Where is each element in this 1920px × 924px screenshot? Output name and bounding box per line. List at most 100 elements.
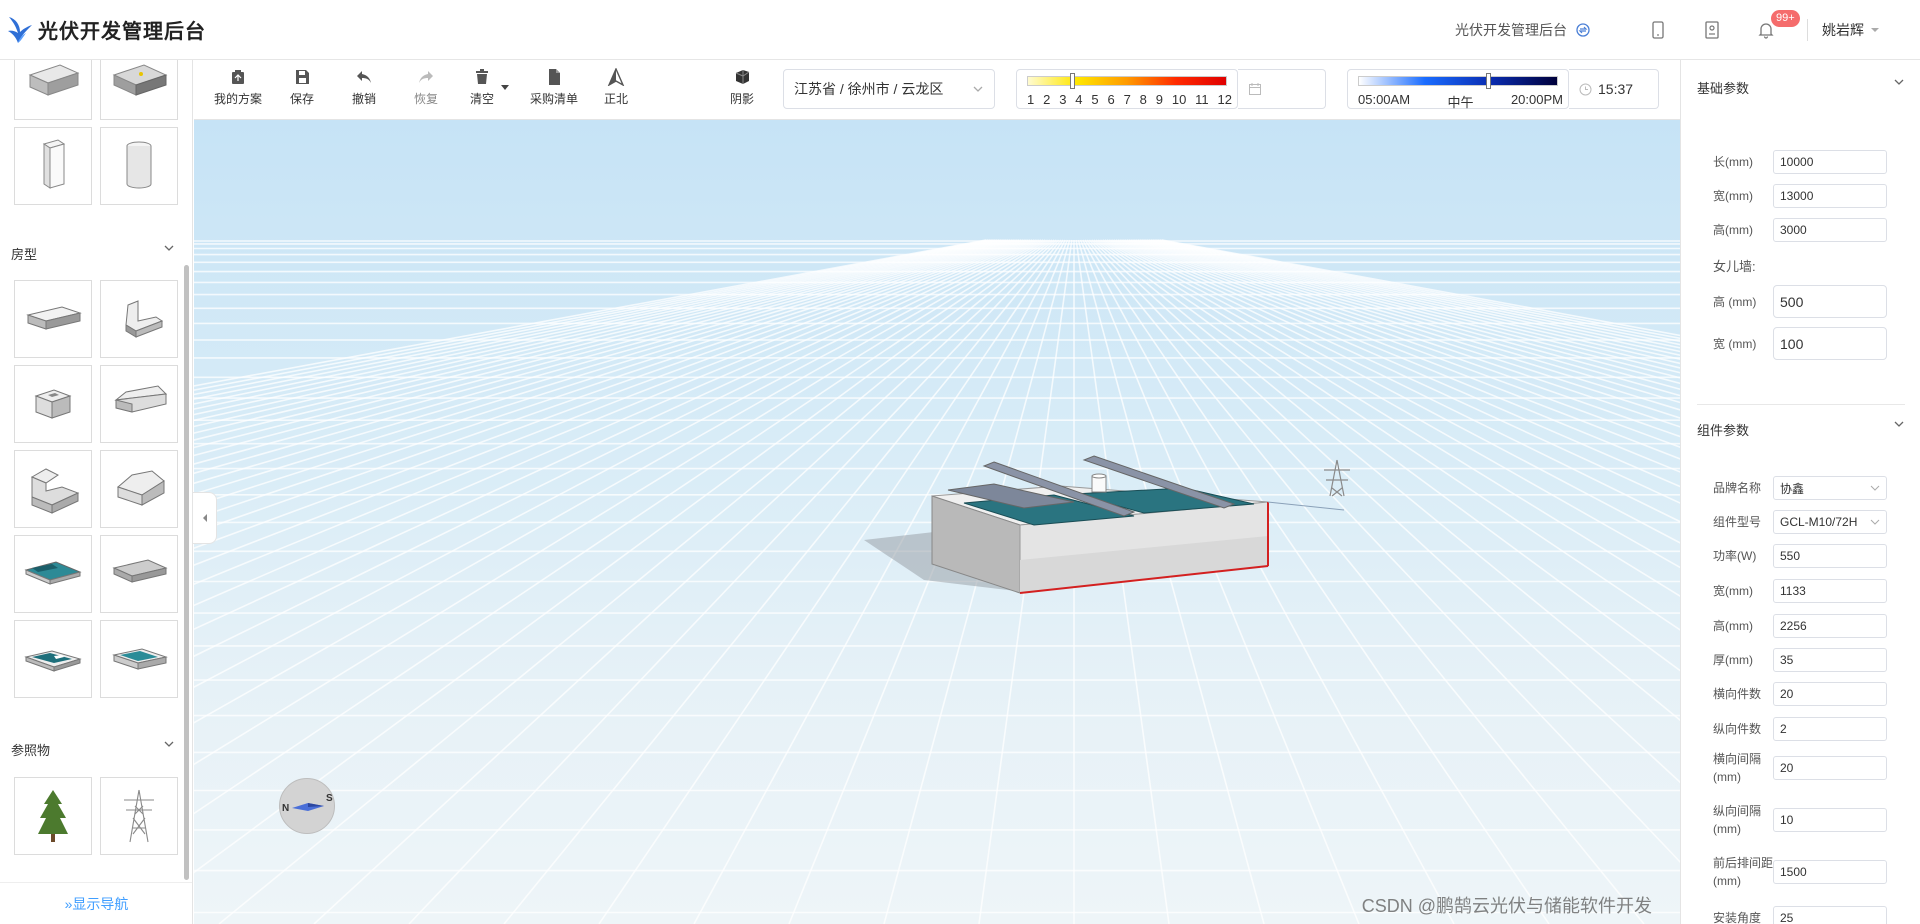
month-label: 10	[1171, 92, 1187, 107]
pv-flat-roof-tile[interactable]	[14, 535, 92, 613]
stepped-house-tile[interactable]	[14, 450, 92, 528]
plan-icon	[232, 70, 244, 84]
show-navigation-link[interactable]: »显示导航	[0, 882, 192, 924]
month-slider-thumb[interactable]	[1070, 73, 1076, 89]
parapet-width-label: 宽 (mm)	[1713, 336, 1757, 351]
pv-panel-house-tile[interactable]	[100, 620, 178, 698]
calendar-icon	[1249, 83, 1261, 95]
north-button[interactable]: 正北	[604, 68, 628, 107]
horizontal-gap-field: 横向间隔 (mm) 20	[1713, 750, 1887, 786]
slope-roof-house-tile[interactable]	[100, 535, 178, 613]
compass-north-icon	[607, 68, 625, 86]
shadow-button[interactable]: 阴影	[730, 68, 754, 107]
id-card-button[interactable]	[1685, 0, 1739, 60]
brand-select[interactable]: 协鑫	[1773, 476, 1887, 500]
save-button[interactable]: 保存	[290, 68, 314, 107]
courtyard-house-tile[interactable]	[14, 365, 92, 443]
3d-scene[interactable]	[194, 120, 1680, 924]
power-label: 功率(W)	[1713, 549, 1757, 563]
horizontal-count-input[interactable]: 20	[1773, 682, 1887, 706]
clear-button[interactable]: 清空	[470, 68, 494, 107]
house-section-header[interactable]: 房型	[11, 244, 175, 263]
vertical-count-input[interactable]: 2	[1773, 717, 1887, 741]
purchase-list-button[interactable]: 采购清单	[530, 68, 578, 107]
time-picker[interactable]: 15:37	[1569, 69, 1659, 109]
month-label: 1	[1027, 92, 1035, 107]
date-picker[interactable]	[1238, 69, 1326, 109]
component-height-input[interactable]: 2256	[1773, 614, 1887, 638]
height-input[interactable]: 3000	[1773, 218, 1887, 242]
building-model	[931, 455, 1345, 594]
tilt-angle-input[interactable]: 25	[1773, 906, 1887, 924]
time-slider-thumb[interactable]	[1486, 73, 1491, 89]
transformer-tile[interactable]	[100, 60, 178, 120]
time-end-label: 20:00PM	[1510, 92, 1563, 107]
chevron-down-icon	[973, 86, 983, 92]
compass-widget[interactable]: N S	[279, 778, 335, 834]
3d-viewport[interactable]: N S CSDN @鹏鹄云光伏与储能软件开发	[194, 120, 1680, 924]
collapse-left-panel-button[interactable]	[193, 492, 217, 544]
power-input[interactable]: 550	[1773, 544, 1887, 568]
left-panel-scrollbar[interactable]	[184, 265, 189, 880]
month-labels: 1 2 3 4 5 6 7 8 9 10 11 12	[1027, 92, 1232, 107]
tree-tile[interactable]	[14, 777, 92, 855]
l-shape-house-tile[interactable]	[100, 280, 178, 358]
thickness-input[interactable]: 35	[1773, 648, 1887, 672]
cuboid-tile[interactable]	[14, 127, 92, 205]
power-tower-tile[interactable]	[100, 777, 178, 855]
undo-icon	[357, 71, 371, 83]
hip-roof-house-tile[interactable]	[100, 450, 178, 528]
component-width-input[interactable]: 1133	[1773, 579, 1887, 603]
model-label: 组件型号	[1713, 515, 1762, 529]
user-menu[interactable]: 姚岩辉	[1807, 19, 1880, 41]
time-slider[interactable]: 05:00AM 中午 20:00PM	[1347, 69, 1569, 111]
id-card-icon	[1705, 21, 1719, 39]
notification-button[interactable]: 99+	[1739, 0, 1800, 60]
caret-left-icon	[202, 514, 207, 522]
cylinder-tile[interactable]	[100, 127, 178, 205]
gable-roof-house-tile[interactable]	[100, 365, 178, 443]
parapet-width-input[interactable]: 100	[1773, 327, 1887, 360]
bird-logo-icon	[8, 16, 32, 43]
vertical-count-field: 纵向件数 2	[1713, 717, 1887, 741]
component-params-header[interactable]: 组件参数	[1697, 420, 1905, 439]
switch-icon[interactable]	[1575, 22, 1591, 38]
inverter-box-tile[interactable]	[14, 60, 92, 120]
component-height-field: 高(mm) 2256	[1713, 614, 1887, 638]
length-input[interactable]: 10000	[1773, 150, 1887, 174]
month-slider[interactable]: 1 2 3 4 5 6 7 8 9 10 11 12	[1016, 69, 1238, 109]
document-icon	[549, 69, 560, 85]
pv-low-house-tile[interactable]	[14, 620, 92, 698]
region-select-value: 江苏省 / 徐州市 / 云龙区	[794, 81, 944, 97]
user-name: 姚岩辉	[1822, 22, 1864, 38]
app-logo[interactable]: 光伏开发管理后台	[6, 13, 206, 47]
width-field: 宽(mm) 13000	[1713, 184, 1887, 208]
trash-icon	[476, 69, 488, 84]
mobile-button[interactable]	[1631, 0, 1685, 60]
my-plan-button[interactable]: 我的方案	[214, 68, 262, 107]
parapet-height-label: 高 (mm)	[1713, 294, 1757, 309]
clear-label: 清空	[470, 92, 495, 106]
region-select[interactable]: 江苏省 / 徐州市 / 云龙区	[783, 69, 995, 109]
left-component-panel: 房型 参照物 »显示导航	[0, 60, 193, 924]
month-label: 12	[1217, 92, 1232, 107]
reference-section-header[interactable]: 参照物	[11, 740, 175, 759]
vertical-gap-input[interactable]: 10	[1773, 808, 1887, 832]
horizontal-count-label: 横向件数	[1713, 687, 1762, 701]
parapet-height-input[interactable]: 500	[1773, 285, 1887, 318]
brand-label: 品牌名称	[1713, 481, 1762, 495]
flat-roof-house-tile[interactable]	[14, 280, 92, 358]
basic-params-header[interactable]: 基础参数	[1697, 78, 1905, 97]
redo-button[interactable]: 恢复	[414, 68, 438, 107]
undo-button[interactable]: 撤销	[352, 68, 376, 107]
width-input[interactable]: 13000	[1773, 184, 1887, 208]
bell-icon	[1758, 23, 1774, 39]
model-select[interactable]: GCL-M10/72H	[1773, 510, 1887, 534]
reference-section-title: 参照物	[11, 743, 51, 758]
height-field: 高(mm) 3000	[1713, 218, 1887, 242]
height-label: 高(mm)	[1713, 223, 1753, 237]
row-spacing-input[interactable]: 1500	[1773, 860, 1887, 884]
time-labels: 05:00AM 中午 20:00PM	[1358, 92, 1563, 111]
horizontal-gap-input[interactable]: 20	[1773, 756, 1887, 780]
clear-dropdown-icon[interactable]	[500, 84, 510, 92]
